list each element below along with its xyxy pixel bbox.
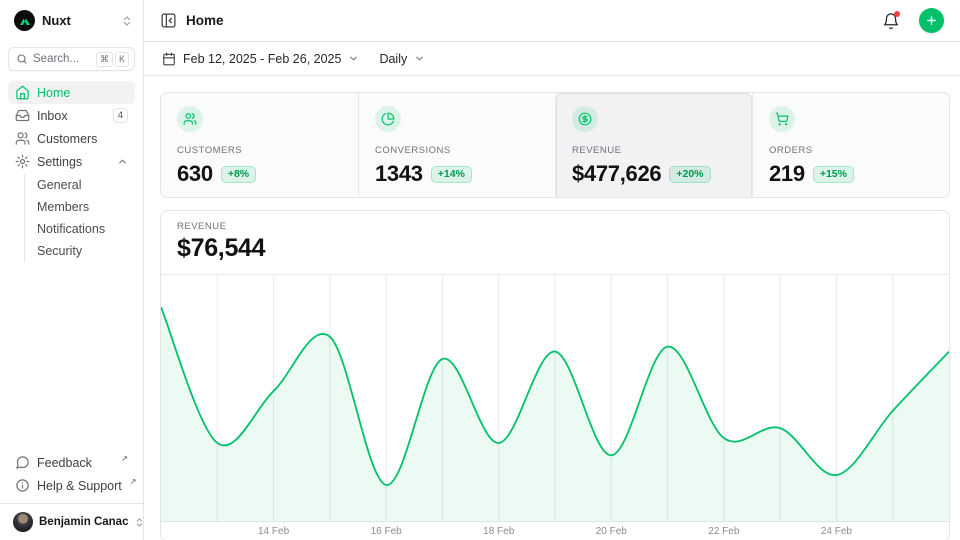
page-title: Home (186, 13, 871, 28)
stat-delta-badge: +14% (431, 166, 472, 183)
dashboard-content: CUSTOMERS 630 +8% CONVERSIONS 1343 +14% (144, 76, 960, 540)
chevron-down-icon (414, 53, 425, 64)
info-circle-icon (15, 478, 30, 493)
workspace-name: Nuxt (42, 13, 114, 28)
stat-value: 219 (769, 161, 805, 187)
sidebar-footer: Feedback ↗ Help & Support ↗ (0, 451, 143, 503)
notification-dot (894, 11, 900, 17)
main-panel: Home Feb 12, 2025 - Feb 26, 2025 (144, 0, 960, 540)
kbd-k: K (115, 52, 129, 67)
sidebar-nav: Home Inbox 4 Customers Settings (0, 81, 143, 262)
stat-card-customers[interactable]: CUSTOMERS 630 +8% (161, 93, 358, 198)
message-circle-icon (15, 455, 30, 470)
area-chart-svg (161, 275, 949, 522)
circle-dollar-icon (572, 106, 598, 132)
add-button[interactable] (919, 8, 944, 33)
x-axis-labels: 14 Feb 16 Feb 18 Feb 20 Feb 22 Feb 24 Feb (161, 522, 949, 540)
sidebar-item-feedback[interactable]: Feedback ↗ (8, 451, 135, 474)
stat-label: REVENUE (572, 145, 736, 156)
stats-grid: CUSTOMERS 630 +8% CONVERSIONS 1343 +14% (160, 92, 950, 198)
sidebar-item-inbox[interactable]: Inbox 4 (8, 104, 135, 127)
users-icon (15, 131, 30, 146)
sidebar-item-notifications[interactable]: Notifications (25, 218, 135, 240)
calendar-icon (162, 52, 176, 66)
external-link-icon: ↗ (130, 477, 137, 486)
nuxt-logo-icon (14, 10, 35, 31)
users-icon (177, 106, 203, 132)
notifications-button[interactable] (880, 10, 902, 32)
plus-icon (925, 14, 938, 27)
sidebar-item-security[interactable]: Security (25, 240, 135, 262)
revenue-chart-card: REVENUE $76,544 14 Feb 16 Feb 18 Feb 20 Feb… (160, 210, 950, 540)
chevron-up-down-icon (121, 15, 133, 27)
date-range-picker[interactable]: Feb 12, 2025 - Feb 26, 2025 (154, 47, 367, 71)
inbox-icon (15, 108, 30, 123)
sidebar-item-general[interactable]: General (25, 174, 135, 196)
sidebar-item-home[interactable]: Home (8, 81, 135, 104)
app-window: Nuxt Search... ⌘ K Home (0, 0, 960, 540)
sidebar-item-members[interactable]: Members (25, 196, 135, 218)
stat-card-orders[interactable]: ORDERS 219 +15% (752, 93, 949, 198)
period-select[interactable]: Daily (371, 47, 433, 71)
stat-label: CUSTOMERS (177, 145, 342, 156)
stat-value: $477,626 (572, 161, 661, 187)
stat-label: CONVERSIONS (375, 145, 539, 156)
stat-label: ORDERS (769, 145, 933, 156)
sidebar: Nuxt Search... ⌘ K Home (0, 0, 144, 540)
stat-delta-badge: +15% (813, 166, 854, 183)
x-tick-label: 14 Feb (258, 526, 289, 537)
date-range-label: Feb 12, 2025 - Feb 26, 2025 (183, 52, 341, 66)
stat-value: 1343 (375, 161, 423, 187)
x-tick-label: 20 Feb (596, 526, 627, 537)
sidebar-item-customers[interactable]: Customers (8, 127, 135, 150)
period-label: Daily (379, 52, 407, 66)
panel-left-close-icon[interactable] (160, 12, 177, 29)
stat-delta-badge: +20% (669, 166, 710, 183)
inbox-count-badge: 4 (113, 108, 128, 123)
user-menu[interactable]: Benjamin Canac (0, 503, 143, 540)
gear-icon (15, 154, 30, 169)
x-tick-label: 18 Feb (483, 526, 514, 537)
revenue-area-chart (161, 275, 949, 522)
stat-value: 630 (177, 161, 213, 187)
home-icon (15, 85, 30, 100)
sidebar-item-help-support[interactable]: Help & Support ↗ (8, 474, 135, 497)
search-input[interactable]: Search... ⌘ K (8, 47, 135, 71)
search-icon (16, 53, 28, 65)
cart-icon (769, 106, 795, 132)
chart-current-value: $76,544 (177, 234, 933, 263)
x-tick-label: 24 Feb (821, 526, 852, 537)
sidebar-item-settings[interactable]: Settings (8, 150, 135, 173)
user-name: Benjamin Canac (39, 516, 128, 528)
search-placeholder: Search... (33, 53, 91, 65)
chevron-up-icon (117, 156, 128, 167)
x-tick-label: 22 Feb (708, 526, 739, 537)
page-header: Home (144, 0, 960, 42)
stat-delta-badge: +8% (221, 166, 256, 183)
stat-card-revenue[interactable]: REVENUE $477,626 +20% (555, 93, 752, 198)
chevron-down-icon (348, 53, 359, 64)
filters-toolbar: Feb 12, 2025 - Feb 26, 2025 Daily (144, 42, 960, 76)
avatar (13, 512, 33, 532)
settings-submenu: General Members Notifications Security (24, 174, 135, 262)
stat-card-conversions[interactable]: CONVERSIONS 1343 +14% (358, 93, 555, 198)
kbd-cmd: ⌘ (96, 52, 113, 67)
chart-title: REVENUE (177, 221, 933, 232)
external-link-icon: ↗ (121, 454, 128, 463)
x-tick-label: 16 Feb (371, 526, 402, 537)
chart-pie-icon (375, 106, 401, 132)
workspace-switcher[interactable]: Nuxt (0, 0, 143, 39)
chart-header: REVENUE $76,544 (161, 211, 949, 275)
